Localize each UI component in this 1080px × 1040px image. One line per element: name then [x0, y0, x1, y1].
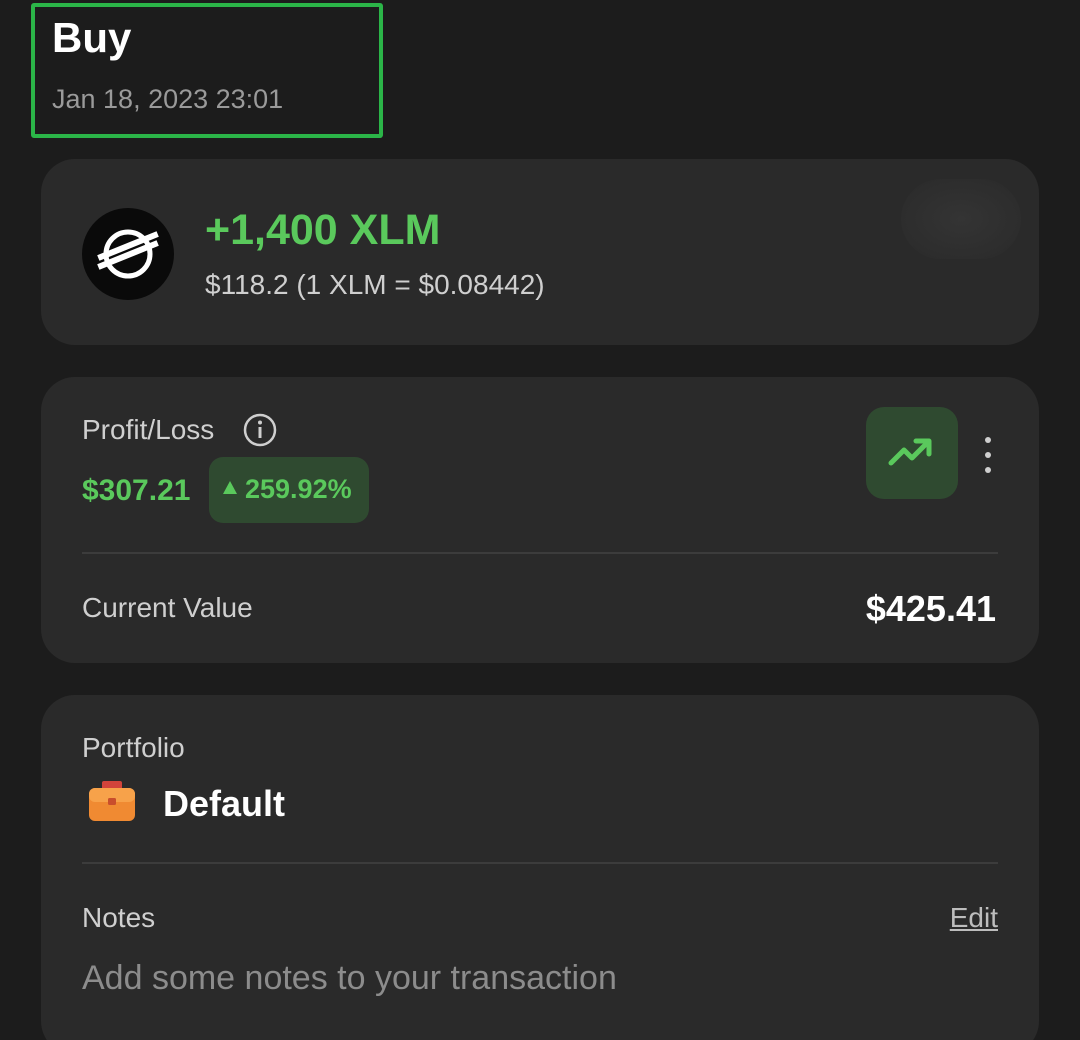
- notes-label: Notes: [82, 902, 156, 933]
- current-value: $425.41: [865, 588, 996, 629]
- divider: [82, 862, 998, 864]
- edit-notes-link[interactable]: Edit: [950, 902, 998, 934]
- portfolio-name[interactable]: Default: [163, 783, 285, 825]
- profit-loss-change-badge: 259.92%: [209, 457, 369, 523]
- briefcase-icon: [89, 781, 135, 821]
- trend-chart-button[interactable]: [866, 407, 958, 499]
- more-options-icon[interactable]: [971, 433, 1005, 477]
- profit-loss-value: $307.21: [82, 474, 191, 507]
- asset-card: +1,400 XLM $118.2 (1 XLM = $0.08442): [41, 159, 1039, 345]
- transaction-detail-page: Buy Jan 18, 2023 23:01 +1,400 XLM $118.2…: [0, 0, 1080, 1040]
- trending-up-icon: [888, 438, 932, 466]
- info-icon[interactable]: [243, 413, 277, 447]
- portfolio-card: Portfolio Default Notes Edit: [41, 695, 1039, 1040]
- triangle-up-icon: [223, 481, 237, 494]
- current-value-label: Current Value: [82, 592, 253, 623]
- notes-input[interactable]: [82, 959, 982, 998]
- transaction-type-title: Buy: [52, 14, 132, 61]
- portfolio-label: Portfolio: [82, 732, 185, 763]
- asset-amount: +1,400 XLM: [205, 206, 441, 254]
- profit-loss-card: Profit/Loss $307.21 259.92% Current Valu…: [41, 377, 1039, 663]
- profit-loss-percent: 259.92%: [245, 474, 352, 504]
- asset-value-and-rate: $118.2 (1 XLM = $0.08442): [205, 269, 545, 300]
- background-glow: [901, 179, 1021, 259]
- stellar-logo-icon: [82, 208, 174, 300]
- transaction-date: Jan 18, 2023 23:01: [52, 84, 284, 114]
- profit-loss-label: Profit/Loss: [82, 414, 215, 445]
- divider: [82, 552, 998, 554]
